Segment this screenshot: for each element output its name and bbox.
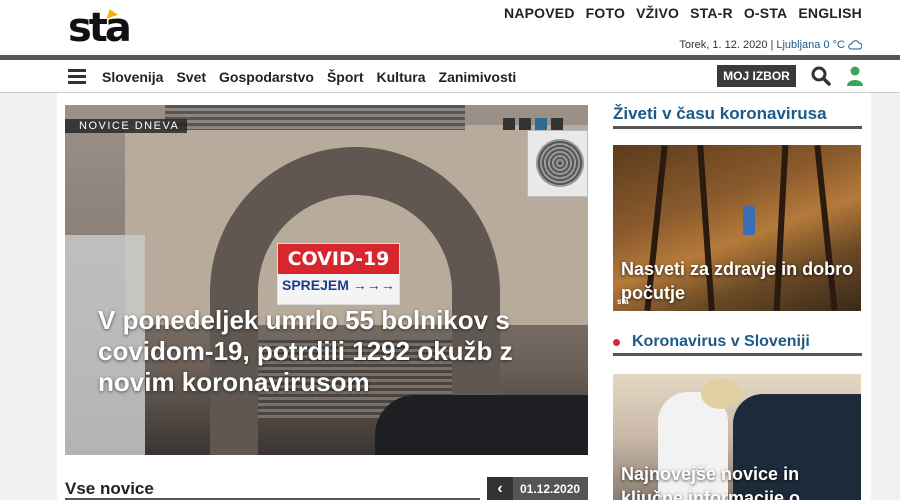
nav-kultura[interactable]: Kultura [377,69,426,85]
my-selection-button[interactable]: MOJ IZBOR [717,65,796,87]
sidebar-divider-2 [613,353,862,356]
main-navigation: Slovenija Svet Gospodarstvo Šport Kultur… [0,60,900,93]
topnav-napoved[interactable]: NAPOVED [504,5,575,21]
category-menu: Slovenija Svet Gospodarstvo Šport Kultur… [102,69,516,85]
sidebar-card-news[interactable]: Najnovejše novice in ključne informacije… [613,374,861,500]
topnav-sta-r[interactable]: STA-R [690,5,733,21]
nav-svet[interactable]: Svet [176,69,206,85]
slider-dots [503,118,563,130]
user-icon[interactable] [846,66,864,86]
sta-watermark: sta [617,297,629,306]
hamburger-icon[interactable] [68,69,86,84]
sta-logo[interactable]: sta [68,6,148,50]
sidebar-card-health[interactable]: Nasveti za zdravje in dobro počutje sta [613,145,861,311]
all-news-heading[interactable]: Vse novice [65,479,154,499]
cloud-icon [848,40,862,50]
sidebar-heading-2-text[interactable]: Koronavirus v Sloveniji [632,333,810,351]
top-bar: sta NAPOVED FOTO VŽIVO STA-R O-STA ENGLI… [0,0,900,55]
topnav-vzivo[interactable]: VŽIVO [636,5,679,21]
slider-dot[interactable] [519,118,531,130]
hero-headline[interactable]: V ponedeljek umrlo 55 bolnikov s covidom… [98,305,518,398]
hero-image-ac-unit [527,130,588,197]
nav-sport[interactable]: Šport [327,69,364,85]
current-date: Torek, 1. 12. 2020 | [679,39,774,51]
slider-dot[interactable] [503,118,515,130]
sidebar-divider [613,126,862,129]
dateline: Torek, 1. 12. 2020 | Ljubljana 0 °C [679,39,862,51]
sidebar-heading-corona-slovenia[interactable]: Koronavirus v Sloveniji [613,333,810,351]
nav-slovenija[interactable]: Slovenija [102,69,163,85]
topnav-o-sta[interactable]: O-STA [744,5,788,21]
slider-dot-active[interactable] [535,118,547,130]
search-icon[interactable] [811,66,831,86]
top-navigation: NAPOVED FOTO VŽIVO STA-R O-STA ENGLISH [504,5,862,21]
logo-text: sta [68,5,132,51]
hiker-figure [743,205,755,235]
sidebar-card-health-title[interactable]: Nasveti za zdravje in dobro počutje [621,257,856,305]
hero-image-car [375,395,588,455]
news-date: 01.12.2020 [520,482,581,496]
nav-zanimivosti[interactable]: Zanimivosti [439,69,517,85]
news-date-selector[interactable]: ‹ 01.12.2020 [487,477,588,500]
red-bullet-icon [613,338,620,346]
sidebar-heading-living-corona[interactable]: Živeti v času koronavirusa [613,104,827,124]
topnav-foto[interactable]: FOTO [586,5,625,21]
hero-label: NOVICE DNEVA [65,119,188,133]
slider-dot[interactable] [551,118,563,130]
sidebar-card-news-title[interactable]: Najnovejše novice in ključne informacije… [621,462,856,500]
hero-slider[interactable]: COVID-19 SPREJEM →→→ NOVICE DNEVA V pone… [65,105,588,455]
chevron-left-icon[interactable]: ‹ [487,477,513,500]
weather-link[interactable]: Ljubljana 0 °C [776,39,845,51]
nav-gospodarstvo[interactable]: Gospodarstvo [219,69,314,85]
topnav-english[interactable]: ENGLISH [798,5,862,21]
